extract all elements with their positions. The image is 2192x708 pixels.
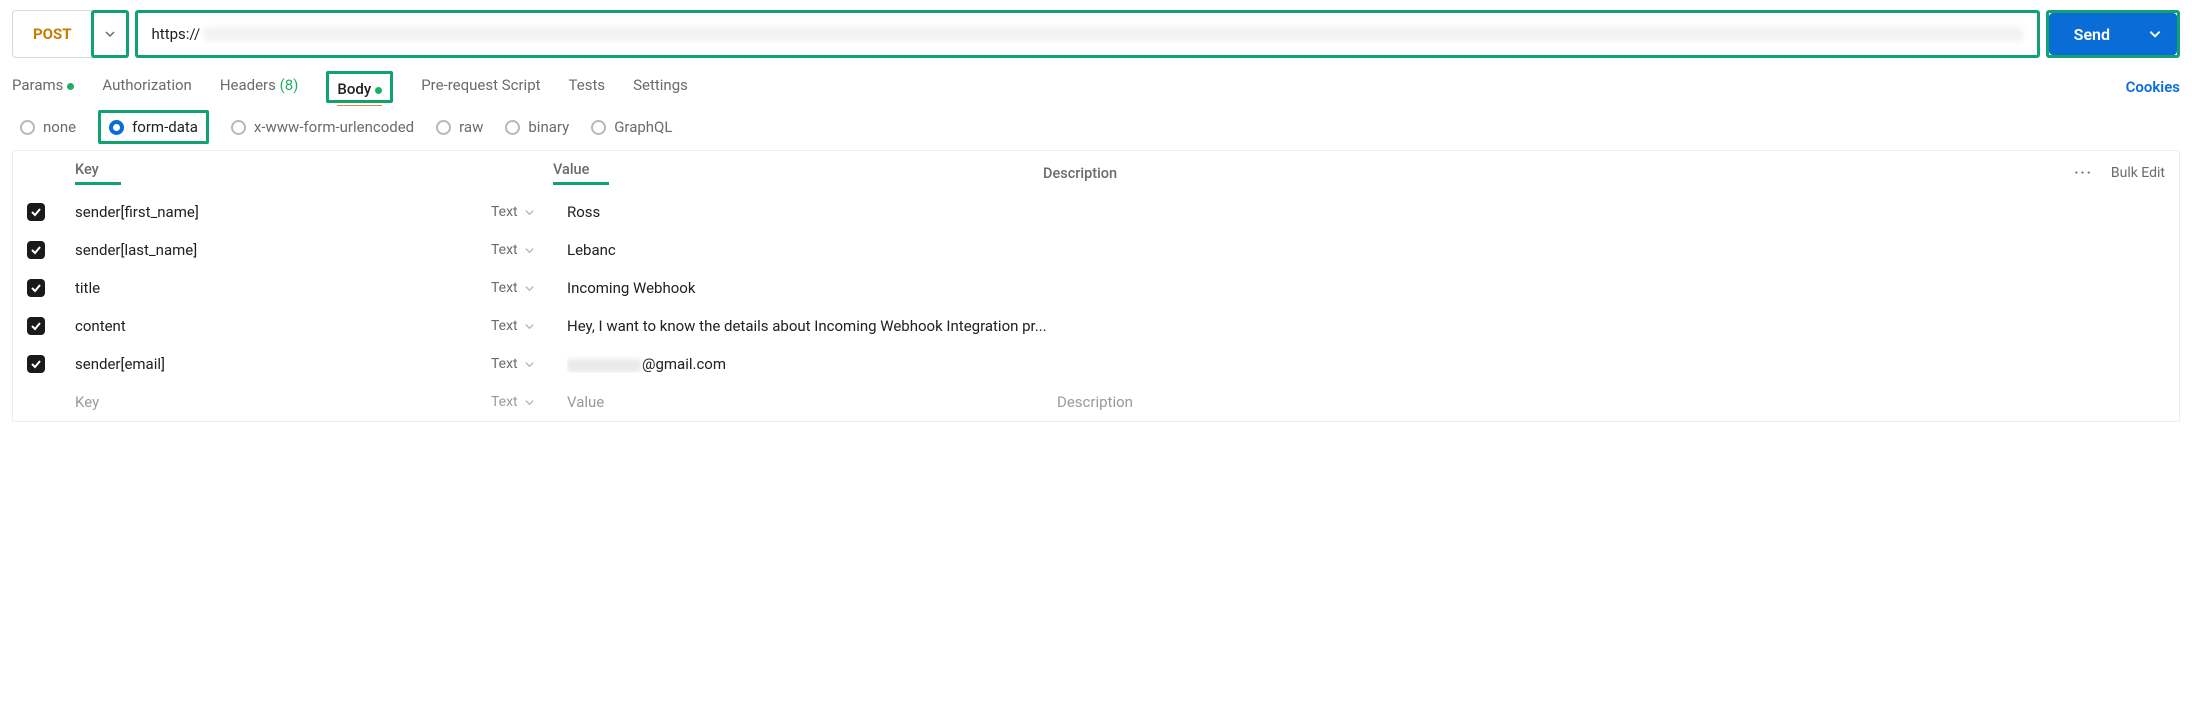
dot-indicator xyxy=(67,83,74,90)
check-icon xyxy=(30,206,42,218)
request-tabs: Params Authorization Headers (8) Body Pr… xyxy=(12,76,2180,100)
cell-value[interactable]: Lebanc xyxy=(567,241,1057,259)
cell-value[interactable]: Incoming Webhook xyxy=(567,279,1057,297)
table-row: sender[email]Text@gmail.com xyxy=(13,345,2179,383)
radio-icon xyxy=(505,120,520,135)
tab-body[interactable]: Body xyxy=(337,80,382,102)
radio-icon xyxy=(231,120,246,135)
placeholder-type[interactable]: Text xyxy=(491,394,567,410)
chevron-down-icon xyxy=(524,321,535,332)
chevron-down-icon xyxy=(524,283,535,294)
radio-formdata-highlight: form-data xyxy=(98,110,209,144)
body-type-radios: none form-data x-www-form-urlencoded raw… xyxy=(12,100,2180,150)
method-select[interactable]: POST xyxy=(12,10,129,58)
table-row: sender[last_name]TextLebanc xyxy=(13,231,2179,269)
cell-key[interactable]: sender[last_name] xyxy=(75,241,491,259)
check-icon xyxy=(30,320,42,332)
chevron-down-icon xyxy=(524,397,535,408)
check-icon xyxy=(30,282,42,294)
placeholder-key[interactable]: Key xyxy=(75,393,491,411)
tab-body-highlight: Body xyxy=(326,71,393,103)
cell-key[interactable]: title xyxy=(75,279,491,297)
chevron-down-icon xyxy=(524,359,535,370)
placeholder-value[interactable]: Value xyxy=(567,393,1057,411)
radio-formdata[interactable]: form-data xyxy=(109,118,198,136)
th-description: Description xyxy=(1043,165,2165,182)
table-header: Key Value Description ··· Bulk Edit xyxy=(13,151,2179,193)
email-redacted xyxy=(567,359,641,372)
checkbox[interactable] xyxy=(27,203,45,221)
radio-icon xyxy=(436,120,451,135)
check-icon xyxy=(30,244,42,256)
tab-headers[interactable]: Headers (8) xyxy=(220,76,299,98)
tab-tests[interactable]: Tests xyxy=(569,76,606,98)
cookies-link[interactable]: Cookies xyxy=(2126,78,2180,96)
more-icon[interactable]: ··· xyxy=(2074,165,2093,181)
cell-key[interactable]: sender[email] xyxy=(75,355,491,373)
cell-key[interactable]: sender[first_name] xyxy=(75,203,491,221)
cell-type-select[interactable]: Text xyxy=(491,318,567,334)
table-row: contentTextHey, I want to know the detai… xyxy=(13,307,2179,345)
radio-binary[interactable]: binary xyxy=(505,118,569,136)
th-key: Key xyxy=(75,161,553,185)
cell-type-select[interactable]: Text xyxy=(491,356,567,372)
table-header-actions: ··· Bulk Edit xyxy=(2074,165,2165,181)
chevron-down-icon xyxy=(524,207,535,218)
method-dropdown[interactable] xyxy=(91,10,129,58)
placeholder-desc[interactable]: Description xyxy=(1057,393,2165,411)
check-icon xyxy=(30,358,42,370)
checkbox[interactable] xyxy=(27,355,45,373)
url-prefix: https:// xyxy=(152,25,201,43)
bulk-edit-link[interactable]: Bulk Edit xyxy=(2111,165,2165,181)
cell-value[interactable]: Hey, I want to know the details about In… xyxy=(567,317,1057,335)
cell-value[interactable]: Ross xyxy=(567,203,1057,221)
send-label: Send xyxy=(2050,25,2134,44)
cell-type-select[interactable]: Text xyxy=(491,204,567,220)
table-row: sender[first_name]TextRoss xyxy=(13,193,2179,231)
cell-value[interactable]: @gmail.com xyxy=(567,355,1057,373)
tab-params[interactable]: Params xyxy=(12,76,74,98)
url-input-wrap[interactable]: https:// xyxy=(135,10,2040,58)
tab-settings[interactable]: Settings xyxy=(633,76,688,98)
table-row: titleTextIncoming Webhook xyxy=(13,269,2179,307)
radio-graphql[interactable]: GraphQL xyxy=(591,118,672,136)
cell-key[interactable]: content xyxy=(75,317,491,335)
chevron-down-icon xyxy=(524,245,535,256)
radio-raw[interactable]: raw xyxy=(436,118,483,136)
request-bar: POST https:// Send xyxy=(12,10,2180,58)
th-value: Value xyxy=(553,161,1043,185)
tabs-right: Cookies xyxy=(2126,78,2180,96)
send-button-wrap: Send xyxy=(2046,10,2180,58)
radio-none[interactable]: none xyxy=(20,118,76,136)
dot-indicator xyxy=(375,87,382,94)
radio-urlencoded[interactable]: x-www-form-urlencoded xyxy=(231,118,414,136)
method-label: POST xyxy=(13,11,92,57)
send-button[interactable]: Send xyxy=(2049,13,2177,55)
checkbox[interactable] xyxy=(27,279,45,297)
radio-icon xyxy=(591,120,606,135)
url-redacted xyxy=(204,27,2023,41)
cell-type-select[interactable]: Text xyxy=(491,242,567,258)
chevron-down-icon xyxy=(104,28,116,40)
checkbox[interactable] xyxy=(27,317,45,335)
formdata-table: Key Value Description ··· Bulk Edit send… xyxy=(12,150,2180,422)
tab-prerequest[interactable]: Pre-request Script xyxy=(421,76,540,98)
checkbox[interactable] xyxy=(27,241,45,259)
chevron-down-icon xyxy=(2148,27,2162,41)
cell-type-select[interactable]: Text xyxy=(491,280,567,296)
table-placeholder-row[interactable]: Key Text Value Description xyxy=(13,383,2179,421)
radio-icon xyxy=(109,120,124,135)
radio-icon xyxy=(20,120,35,135)
send-dropdown[interactable] xyxy=(2134,27,2176,41)
tab-authorization[interactable]: Authorization xyxy=(102,76,191,98)
